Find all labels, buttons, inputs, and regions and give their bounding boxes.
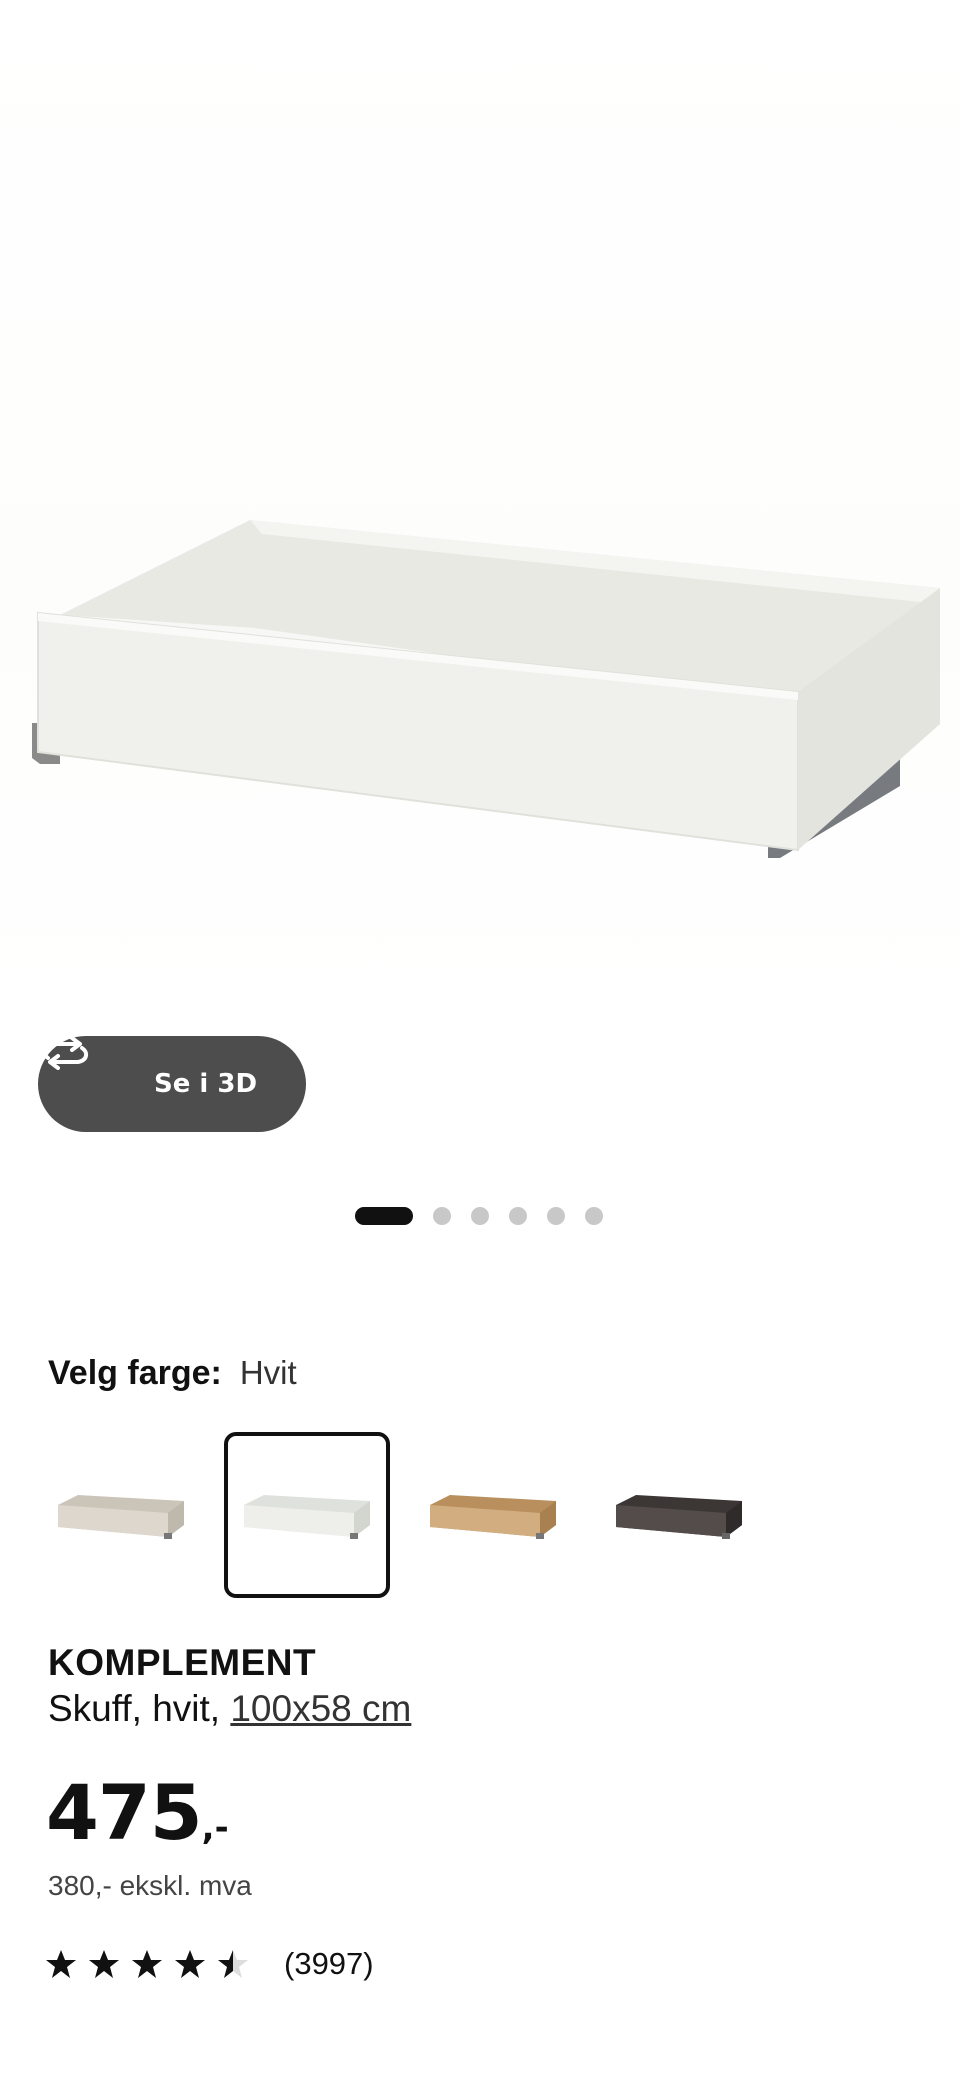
rating-stars bbox=[46, 1949, 248, 1979]
selected-color-value: Hvit bbox=[239, 1354, 297, 1391]
color-label: Velg farge: bbox=[48, 1354, 222, 1392]
star-icon bbox=[132, 1950, 162, 1978]
product-dimensions-link[interactable]: 100x58 cm bbox=[230, 1688, 411, 1729]
star-icon bbox=[218, 1950, 248, 1978]
product-image-gallery[interactable]: Se i 3D bbox=[0, 0, 960, 1132]
color-swatch-dark[interactable] bbox=[596, 1432, 762, 1598]
star-icon bbox=[89, 1950, 119, 1978]
drawer-thumbnail-oak bbox=[430, 1495, 556, 1539]
product-description: Skuff, hvit, 100x58 cm bbox=[48, 1688, 411, 1730]
gallery-dot-2[interactable] bbox=[433, 1207, 451, 1225]
product-description-text: Skuff, hvit, bbox=[48, 1688, 231, 1729]
color-selector-header: Velg farge: Hvit bbox=[48, 1354, 297, 1393]
gallery-dot-3[interactable] bbox=[471, 1207, 489, 1225]
star-icon bbox=[46, 1950, 76, 1978]
drawer-thumbnail-white bbox=[244, 1495, 370, 1539]
product-page: Se i 3D Velg farge: Hvit KOMPLEMENT Skuf… bbox=[0, 0, 960, 2087]
gallery-dot-4[interactable] bbox=[509, 1207, 527, 1225]
gallery-dot-1[interactable] bbox=[355, 1207, 413, 1225]
drawer-thumbnail-dark bbox=[616, 1495, 742, 1539]
price-suffix: ,- bbox=[201, 1808, 229, 1848]
color-swatch-white[interactable] bbox=[224, 1432, 390, 1598]
price-ex-vat: 380,- ekskl. mva bbox=[48, 1870, 252, 1901]
product-rating[interactable]: (3997) bbox=[46, 1946, 374, 1982]
color-swatches bbox=[38, 1432, 762, 1598]
view-in-3d-button[interactable]: Se i 3D bbox=[38, 1036, 306, 1132]
price-main: 475 bbox=[46, 1768, 203, 1857]
product-price: 475,- bbox=[46, 1768, 229, 1857]
color-swatch-oak[interactable] bbox=[410, 1432, 576, 1598]
review-count: (3997) bbox=[284, 1946, 374, 1981]
view-in-3d-label: Se i 3D bbox=[154, 1069, 258, 1099]
product-image bbox=[32, 520, 940, 858]
drawer-thumbnail-beige bbox=[58, 1495, 184, 1539]
gallery-dot-5[interactable] bbox=[547, 1207, 565, 1225]
gallery-pagination bbox=[355, 1207, 603, 1225]
product-name: KOMPLEMENT bbox=[48, 1642, 317, 1683]
gallery-dot-6[interactable] bbox=[585, 1207, 603, 1225]
star-icon bbox=[175, 1950, 205, 1978]
color-swatch-beige[interactable] bbox=[38, 1432, 204, 1598]
rotate-3d-icon bbox=[41, 1036, 132, 1101]
